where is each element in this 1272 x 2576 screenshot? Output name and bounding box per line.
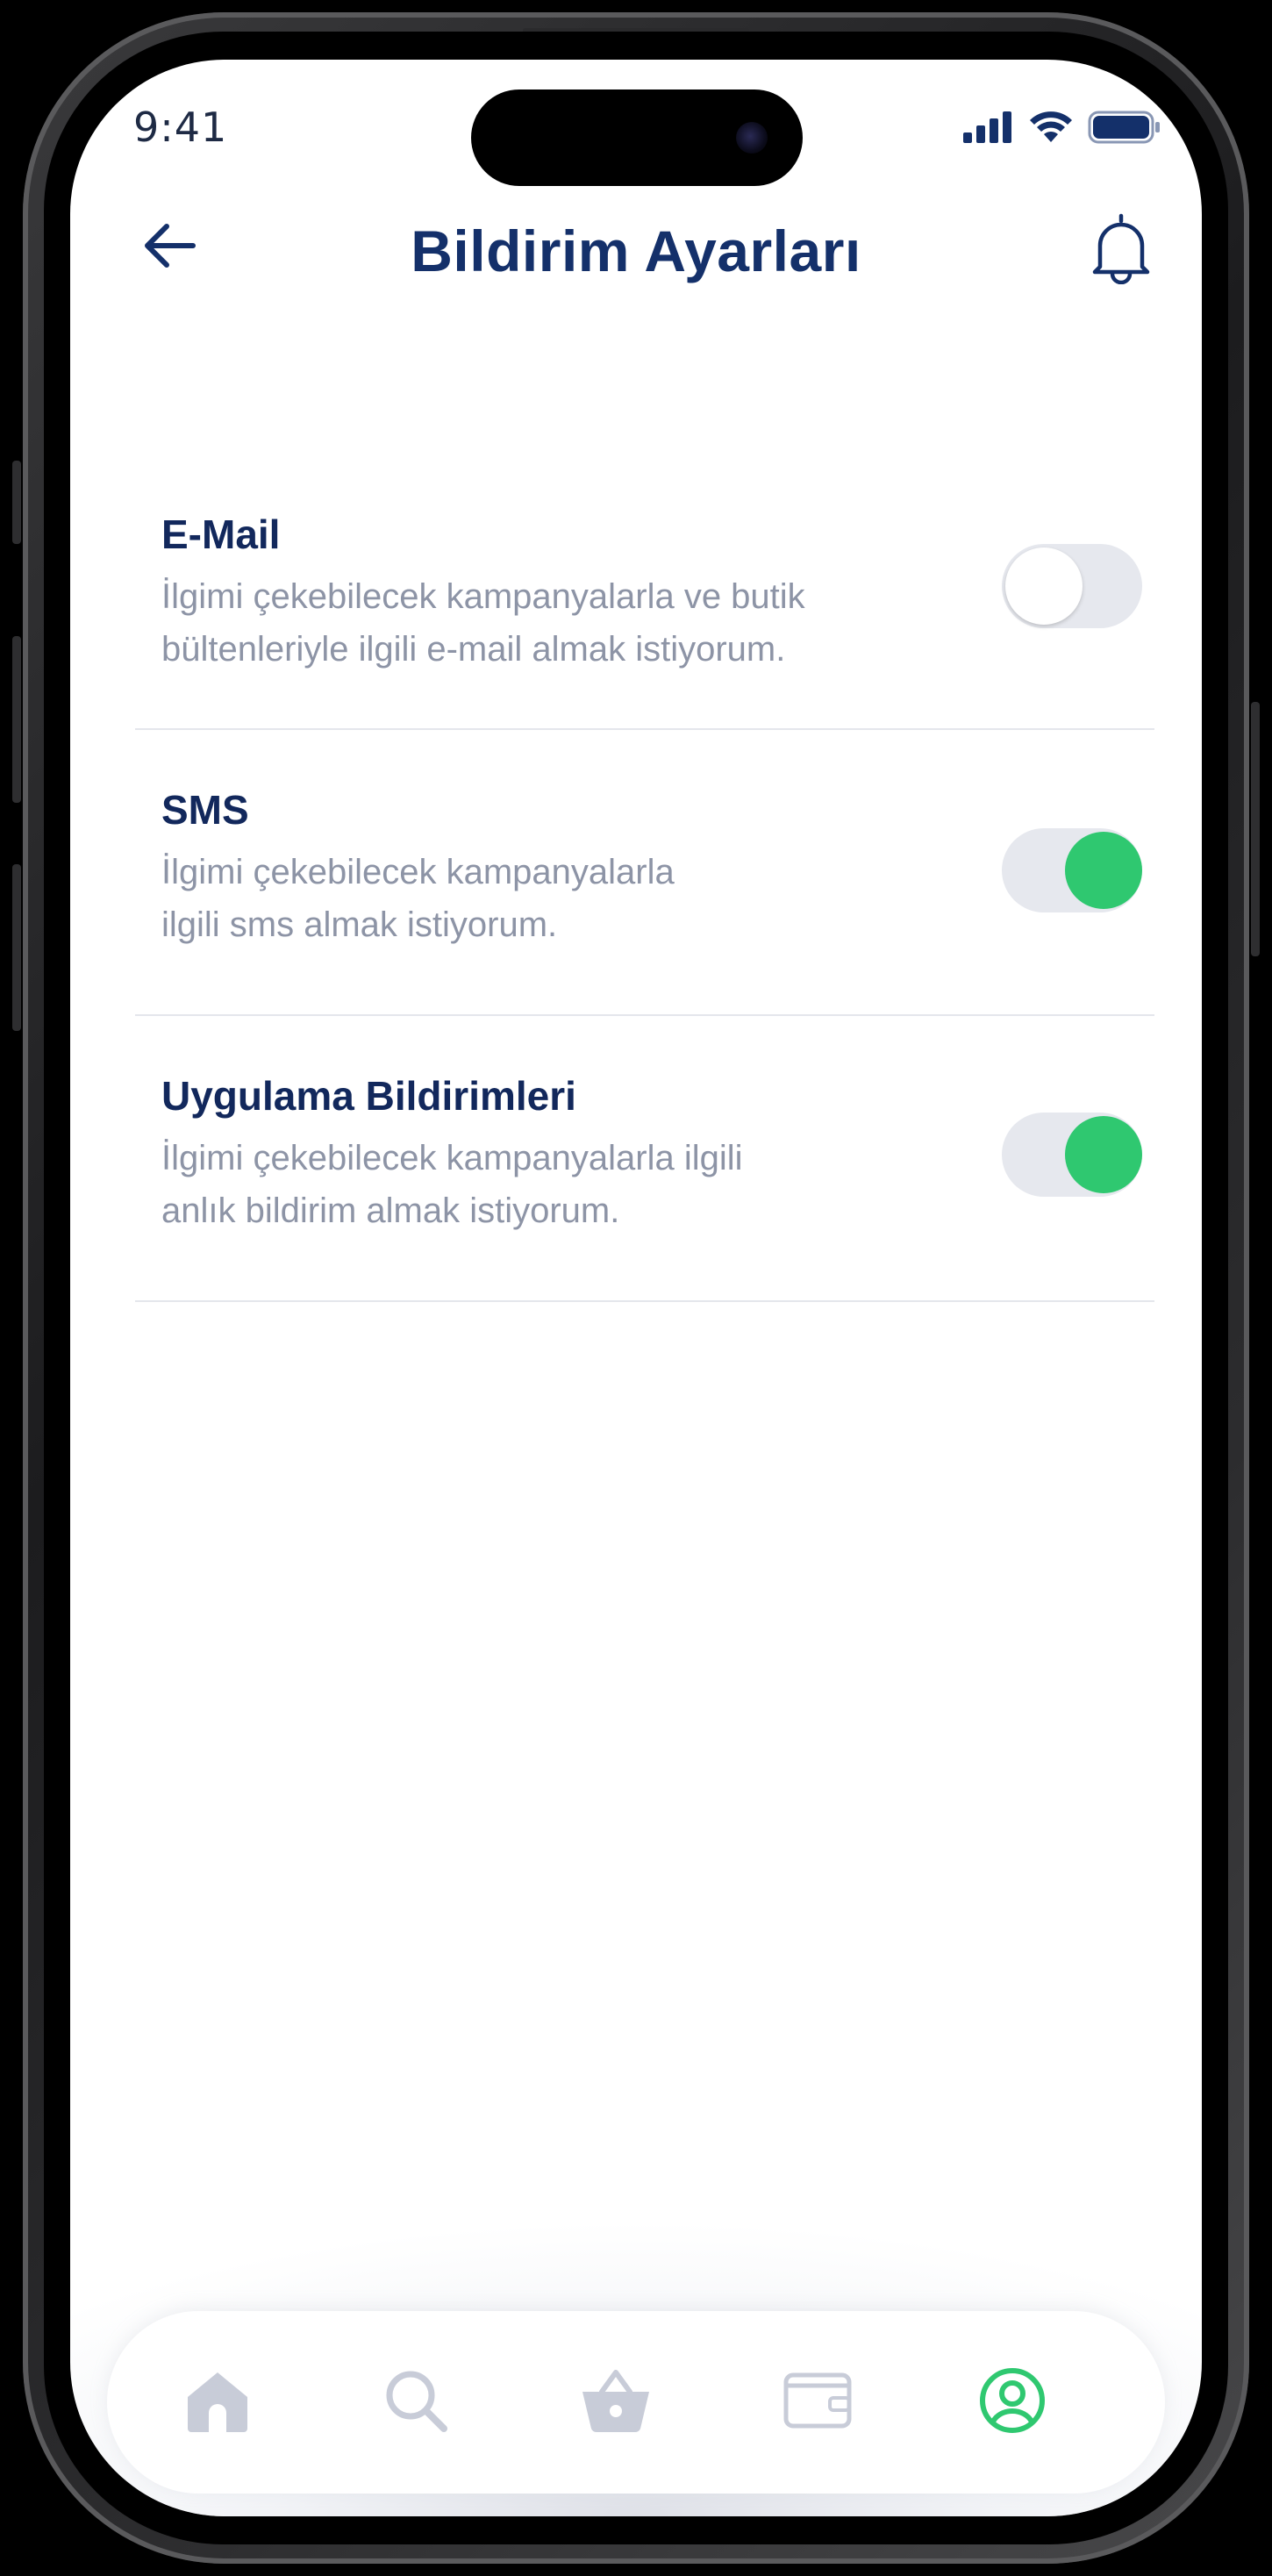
top-bar: Bildirim Ayarları xyxy=(70,200,1202,297)
status-time: 9:41 xyxy=(133,104,228,151)
tab-search[interactable] xyxy=(372,2357,460,2444)
bottom-tab-bar xyxy=(107,2311,1165,2494)
tab-profile[interactable] xyxy=(968,2357,1056,2444)
description-line: İlgimi çekebilecek kampanyalarla xyxy=(161,853,675,891)
description-line: anlık bildirim almak istiyorum. xyxy=(161,1191,620,1230)
tab-basket[interactable] xyxy=(572,2357,660,2444)
action-button xyxy=(12,461,21,544)
camera-icon xyxy=(736,122,768,154)
basket-icon xyxy=(582,2370,649,2433)
page-title: Bildirim Ayarları xyxy=(411,218,861,283)
dynamic-island xyxy=(471,89,803,186)
bell-icon[interactable] xyxy=(1086,211,1156,284)
screen: 9:41 Bildirim Ayarları E-Mail İlgimi çek… xyxy=(70,60,1202,2516)
description-line: bültenleriyle ilgili e-mail almak istiyo… xyxy=(161,630,786,669)
volume-down-button xyxy=(12,864,21,1031)
wallet-icon xyxy=(783,2372,852,2429)
description-line: İlgimi çekebilecek kampanyalarla ilgili xyxy=(161,1139,743,1177)
battery-icon xyxy=(1088,111,1160,144)
status-icons xyxy=(963,111,1161,144)
search-icon xyxy=(386,2371,447,2432)
toggle-knob xyxy=(1005,547,1083,625)
notification-settings-list: E-Mail İlgimi çekebilecek kampanyalarla … xyxy=(135,446,1154,1302)
description-line: İlgimi çekebilecek kampanyalarla ve buti… xyxy=(161,577,805,616)
sms-toggle[interactable] xyxy=(1002,828,1142,912)
setting-description: İlgimi çekebilecek kampanyalarla ve buti… xyxy=(161,570,805,676)
app-notifications-toggle[interactable] xyxy=(1002,1113,1142,1197)
setting-row-app-notifications: Uygulama Bildirimleri İlgimi çekebilecek… xyxy=(135,1016,1154,1302)
setting-description: İlgimi çekebilecek kampanyalarla ilgili … xyxy=(161,846,675,951)
setting-description: İlgimi çekebilecek kampanyalarla ilgili … xyxy=(161,1132,743,1237)
wifi-icon xyxy=(1030,111,1072,142)
setting-row-sms: SMS İlgimi çekebilecek kampanyalarla ilg… xyxy=(135,730,1154,1016)
setting-label: Uygulama Bildirimleri xyxy=(161,1073,576,1119)
setting-label: SMS xyxy=(161,787,249,833)
power-button xyxy=(1251,702,1260,956)
toggle-knob xyxy=(1065,832,1142,909)
tab-wallet[interactable] xyxy=(774,2357,861,2444)
setting-label: E-Mail xyxy=(161,512,281,557)
home-icon xyxy=(188,2372,247,2432)
volume-up-button xyxy=(12,636,21,803)
tab-home[interactable] xyxy=(174,2357,261,2444)
toggle-knob xyxy=(1065,1116,1142,1193)
email-toggle[interactable] xyxy=(1002,544,1142,628)
profile-icon xyxy=(980,2368,1045,2433)
description-line: ilgili sms almak istiyorum. xyxy=(161,905,558,944)
setting-row-email: E-Mail İlgimi çekebilecek kampanyalarla … xyxy=(135,446,1154,730)
signal-icon xyxy=(963,111,1011,143)
